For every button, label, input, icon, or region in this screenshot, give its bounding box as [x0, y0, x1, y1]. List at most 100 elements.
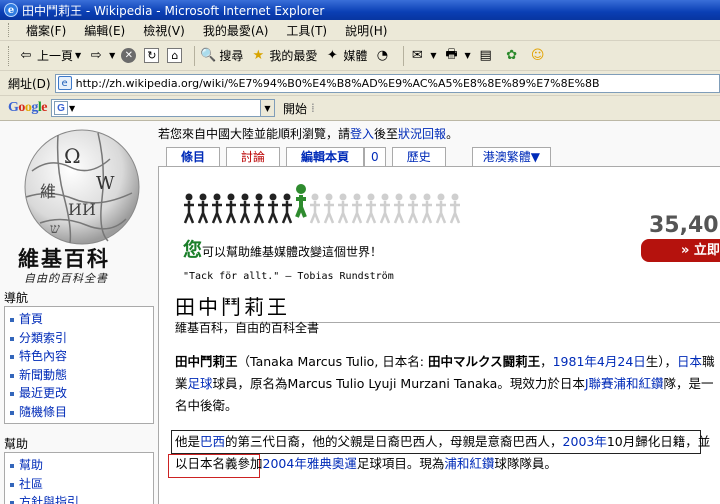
donate-button[interactable]: » 立即贊: [641, 239, 720, 262]
standard-toolbar: ⇦ 上一頁 ▼ ⇨ ▼ ✕ ↻ ⌂ 🔍 搜尋 ★ 我的最愛 ✦ 媒體 ◔ ✉ ▼…: [0, 41, 720, 71]
text-run: 的第三代日裔，他的父親是日裔巴西人，母親是意裔巴西人，: [225, 434, 563, 449]
discuss-button[interactable]: ✿: [503, 47, 523, 65]
home-button[interactable]: ⌂: [167, 48, 184, 63]
person-body: [281, 201, 293, 224]
donor-count: 35,403人: [649, 213, 720, 238]
help-heading: 幫助: [4, 437, 29, 451]
media-button[interactable]: ✦ 媒體: [323, 47, 367, 65]
favorites-label: 我的最愛: [269, 49, 318, 63]
person-head: [339, 193, 347, 201]
nav-portlet: 首頁 分類索引 特色內容 新聞動態 最近更改 隨機條目: [4, 306, 154, 424]
person-head: [269, 193, 277, 201]
tab-article[interactable]: 條目: [166, 147, 221, 167]
google-search-input[interactable]: G ▼: [51, 99, 261, 117]
document-icon: ▤: [479, 48, 492, 63]
tab-edit[interactable]: 編輯本頁: [286, 147, 365, 167]
birthdate-link[interactable]: 1981年4月24日: [553, 354, 646, 369]
toolbar-separator: [194, 45, 196, 66]
report-link[interactable]: 狀況回報: [398, 127, 446, 141]
login-link[interactable]: 登入: [350, 127, 374, 141]
sidebar-item-home[interactable]: 首頁: [9, 310, 153, 329]
sidebar-item-featured[interactable]: 特色內容: [9, 347, 153, 366]
sidebar-item-categories[interactable]: 分類索引: [9, 329, 153, 348]
forward-arrow-icon: ⇨: [90, 48, 102, 63]
menu-file[interactable]: 檔案(F): [17, 22, 75, 39]
person-body: [253, 201, 265, 224]
person-head: [227, 193, 235, 201]
text-run: 生），: [645, 354, 678, 369]
menu-help[interactable]: 說明(H): [336, 22, 396, 39]
stop-button[interactable]: ✕: [121, 48, 138, 63]
sidebar-item-recent-changes[interactable]: 最近更改: [9, 384, 153, 403]
address-input[interactable]: e http://zh.wikipedia.org/wiki/%E7%94%B0…: [54, 73, 720, 93]
flower-icon: ✿: [506, 48, 518, 63]
person-body: [337, 201, 349, 224]
menu-edit[interactable]: 編輯(E): [75, 22, 134, 39]
sidebar-item-policies[interactable]: 方針與指引: [9, 493, 153, 504]
print-button[interactable]: 🖶 ▼: [443, 47, 471, 65]
mail-icon: ✉: [411, 48, 423, 63]
chevron-down-icon[interactable]: ▼: [430, 51, 436, 60]
person-body: [393, 201, 405, 224]
slogan-text: 可以幫助維基媒體改變這個世界！: [202, 245, 383, 259]
sidebar-item-random[interactable]: 隨機條目: [9, 403, 153, 422]
sidebar: Ω W 維 ИИ ש 維基百科 自由的百科全書 導航 首頁 分類索引 特色內容 …: [0, 121, 158, 504]
mail-button[interactable]: ✉ ▼: [408, 47, 437, 65]
menu-favorites[interactable]: 我的最愛(A): [194, 22, 278, 39]
refresh-icon: ↻: [144, 48, 160, 63]
tab-edit-count[interactable]: 0: [364, 147, 386, 167]
fundraising-banner: 您可以幫助維基媒體改變這個世界！ "Tack för allt." — Tobi…: [183, 179, 720, 289]
google-go-button[interactable]: 開始: [283, 100, 307, 117]
tab-history[interactable]: 歷史: [391, 147, 446, 167]
person-body: [183, 201, 195, 224]
site-notice: 若您來自中國大陸並能順利瀏覽，請登入後至狀況回報。: [158, 125, 458, 142]
chevron-down-icon[interactable]: ▼: [75, 51, 81, 60]
favorites-button[interactable]: ★ 我的最愛: [249, 47, 318, 65]
window-title: 田中鬥莉王 - Wikipedia - Microsoft Internet E…: [22, 3, 325, 18]
chevron-down-icon[interactable]: ▼: [465, 51, 471, 60]
back-arrow-icon: ⇦: [20, 48, 32, 63]
media-icon: ✦: [326, 48, 338, 63]
chevron-down-icon[interactable]: ▼: [109, 51, 115, 60]
google-dropdown-button[interactable]: ▼: [261, 99, 275, 117]
main-column: 若您來自中國大陸並能順利瀏覽，請登入後至狀況回報。 條目 討論 編輯本頁 0 歷…: [158, 121, 720, 504]
search-button[interactable]: 🔍 搜尋: [199, 47, 243, 65]
article-paragraph-2: 他是巴西的第三代日裔，他的父親是日裔巴西人，母親是意裔巴西人，2003年10月歸…: [175, 431, 715, 475]
back-button[interactable]: ⇦ 上一頁 ▼: [17, 47, 82, 65]
olympics-link[interactable]: 2004年雅典奧運: [263, 456, 357, 471]
person-body: [407, 201, 419, 224]
google-logo[interactable]: Google: [8, 100, 47, 116]
page-icon: e: [57, 76, 72, 90]
edit-page-button[interactable]: ▤: [477, 47, 497, 65]
tab-variant-selector[interactable]: 港澳繁體▼: [471, 147, 551, 167]
person-body: [379, 201, 391, 224]
person-body: [351, 201, 363, 224]
menu-view[interactable]: 檢視(V): [134, 22, 194, 39]
brazil-link[interactable]: 巴西: [200, 434, 225, 449]
person-body: [211, 201, 223, 224]
smiley-icon: ☺: [530, 48, 545, 63]
tab-discussion[interactable]: 討論: [226, 147, 281, 167]
urawa-link[interactable]: 浦和紅鑽: [444, 456, 494, 471]
sidebar-item-community[interactable]: 社區: [9, 475, 153, 494]
notice-text: 若您來自中國大陸並能順利瀏覽，請: [158, 127, 351, 141]
urawa-link[interactable]: 浦和紅鑽: [614, 376, 664, 391]
year-link[interactable]: 2003年: [563, 434, 607, 449]
sidebar-item-help[interactable]: 幫助: [9, 456, 153, 475]
person-head: [283, 193, 291, 201]
person-body: [365, 201, 377, 224]
toolbar-grip[interactable]: [8, 45, 11, 66]
chevron-down-icon[interactable]: ▼: [69, 104, 75, 113]
forward-button[interactable]: ⇨ ▼: [87, 47, 116, 65]
jleague-link[interactable]: J聯賽: [585, 376, 614, 391]
help-portlet: 幫助 社區 方針與指引: [4, 452, 154, 504]
football-link[interactable]: 足球: [188, 376, 213, 391]
toolbar-grip[interactable]: [8, 23, 11, 37]
toolbar-grip[interactable]: ⁞: [311, 101, 315, 115]
messenger-button[interactable]: ☺: [529, 47, 549, 65]
refresh-button[interactable]: ↻: [144, 48, 161, 63]
japan-link[interactable]: 日本: [677, 354, 702, 369]
sidebar-item-news[interactable]: 新聞動態: [9, 366, 153, 385]
menu-tools[interactable]: 工具(T): [277, 22, 336, 39]
history-button[interactable]: ◔: [373, 47, 393, 65]
